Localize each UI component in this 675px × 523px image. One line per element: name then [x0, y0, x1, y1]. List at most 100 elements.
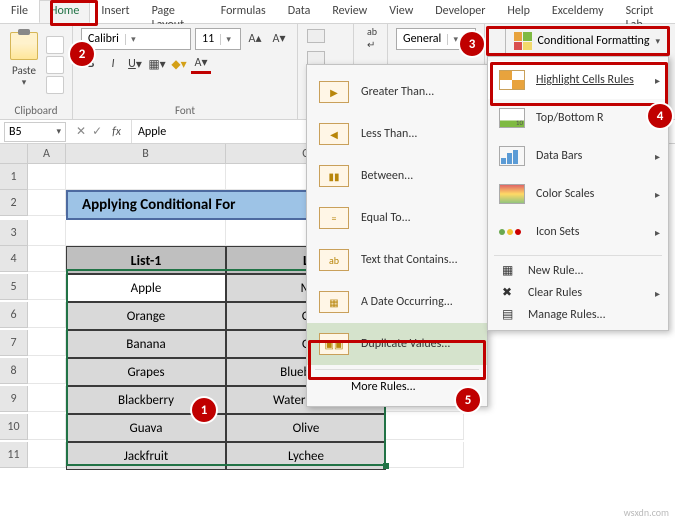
row-header-6[interactable]: 6: [0, 302, 28, 328]
tab-insert[interactable]: Insert: [90, 0, 140, 23]
wrap-text-button[interactable]: ab↵: [362, 28, 382, 48]
cell-B7[interactable]: Banana: [66, 330, 226, 358]
cell-B5[interactable]: Apple: [66, 274, 226, 302]
row-header-7[interactable]: 7: [0, 330, 28, 356]
font-size-value: 11: [196, 32, 220, 46]
border-button[interactable]: ▦▾: [147, 54, 167, 74]
cf-icon-sets[interactable]: Icon Sets ▸: [488, 213, 668, 251]
cell-B8[interactable]: Grapes: [66, 358, 226, 386]
row-header-9[interactable]: 9: [0, 386, 28, 412]
annotation-badge-3: 3: [460, 32, 484, 56]
format-painter-button[interactable]: [46, 76, 64, 94]
cf-manage-label: Manage Rules...: [528, 308, 606, 322]
align-top-button[interactable]: [307, 29, 325, 43]
paste-button[interactable]: Paste ▾: [8, 28, 40, 102]
number-format-value: General: [397, 32, 447, 46]
cf-top-bottom-rules[interactable]: Top/Bottom R ▸: [488, 99, 668, 137]
tab-developer[interactable]: Developer: [424, 0, 496, 23]
tab-formulas[interactable]: Formulas: [210, 0, 277, 23]
cf-highlight-cells-rules[interactable]: Highlight Cells Rules ▸: [488, 61, 668, 99]
row-header-8[interactable]: 8: [0, 358, 28, 384]
row-header-3[interactable]: 3: [0, 220, 28, 246]
rule-between[interactable]: ▮▮ Between...: [307, 155, 487, 197]
paste-caret[interactable]: ▾: [22, 77, 27, 88]
cf-color-scales[interactable]: Color Scales ▸: [488, 175, 668, 213]
cf-newrule-label: New Rule...: [528, 264, 584, 278]
underline-button[interactable]: U▾: [125, 54, 145, 74]
table-header-1[interactable]: List-1: [66, 246, 226, 274]
rule-duplicate-values[interactable]: ▣▣ Duplicate Values...: [307, 323, 487, 365]
italic-button[interactable]: I: [103, 54, 123, 74]
rule-date-occurring[interactable]: ▦ A Date Occurring...: [307, 281, 487, 323]
tab-view[interactable]: View: [378, 0, 424, 23]
rule-less-than[interactable]: ◀ Less Than...: [307, 113, 487, 155]
tab-custom2[interactable]: Script Lab: [615, 0, 675, 23]
conditional-formatting-icon: [514, 32, 532, 50]
rule-text-contains[interactable]: ab Text that Contains...: [307, 239, 487, 281]
name-box[interactable]: B5 ▾: [4, 122, 66, 142]
rule-text-label: Text that Contains...: [361, 253, 458, 267]
row-header-4[interactable]: 4: [0, 246, 28, 272]
between-icon: ▮▮: [319, 165, 349, 187]
group-font: Calibri ▾ 11 ▾ A▴ A▾ B I U▾ ▦▾ ◆▾ A▾ Fon…: [73, 24, 298, 119]
row-header-1[interactable]: 1: [0, 164, 28, 190]
rule-less-label: Less Than...: [361, 127, 417, 141]
row-header-11[interactable]: 11: [0, 442, 28, 468]
chevron-right-icon: ▸: [655, 226, 660, 239]
tab-help[interactable]: Help: [496, 0, 541, 23]
tab-home[interactable]: Home: [39, 0, 90, 23]
cell-C10[interactable]: Olive: [226, 414, 386, 442]
paste-icon: [10, 32, 38, 60]
chevron-right-icon: ▸: [655, 287, 660, 300]
tab-file[interactable]: File: [0, 0, 39, 23]
row-header-5[interactable]: 5: [0, 274, 28, 300]
cancel-icon[interactable]: ✕: [76, 124, 86, 139]
highlight-cells-icon: [499, 70, 525, 90]
tab-data[interactable]: Data: [277, 0, 322, 23]
copy-button[interactable]: [46, 56, 64, 74]
cf-new-rule[interactable]: ▦ New Rule...: [488, 260, 668, 282]
fill-color-button[interactable]: ◆▾: [169, 54, 189, 74]
cf-data-bars[interactable]: Data Bars ▸: [488, 137, 668, 175]
rule-equal-to[interactable]: = Equal To...: [307, 197, 487, 239]
cell-B6[interactable]: Orange: [66, 302, 226, 330]
annotation-badge-5: 5: [456, 388, 480, 412]
col-header-B[interactable]: B: [66, 144, 226, 164]
cf-highlight-label: Highlight Cells Rules: [536, 73, 634, 87]
cf-manage-rules[interactable]: ▤ Manage Rules...: [488, 304, 668, 326]
cut-button[interactable]: [46, 36, 64, 54]
tab-pagelayout[interactable]: Page Layout: [141, 0, 210, 23]
enter-icon[interactable]: ✓: [92, 124, 102, 139]
conditional-formatting-button[interactable]: Conditional Formatting ▾: [505, 28, 669, 54]
annotation-badge-1: 1: [192, 398, 216, 422]
clear-rules-icon: ✖: [502, 285, 518, 301]
group-font-label: Font: [81, 104, 289, 117]
tab-review[interactable]: Review: [321, 0, 378, 23]
font-size-dropdown[interactable]: 11 ▾: [195, 28, 241, 50]
cf-clear-rules[interactable]: ✖ Clear Rules ▸: [488, 282, 668, 304]
icon-sets-icon: [499, 222, 525, 242]
increase-font-button[interactable]: A▴: [245, 28, 265, 48]
chevron-right-icon: ▸: [655, 188, 660, 201]
cf-databars-label: Data Bars: [536, 149, 582, 163]
top-bottom-icon: [499, 108, 525, 128]
select-all-triangle[interactable]: [0, 144, 28, 164]
date-icon: ▦: [319, 291, 349, 313]
cell-C11[interactable]: Lychee: [226, 442, 386, 470]
col-header-A[interactable]: A: [28, 144, 66, 164]
decrease-font-button[interactable]: A▾: [269, 28, 289, 48]
font-name-dropdown[interactable]: Calibri ▾: [81, 28, 191, 50]
fx-icon[interactable]: fx: [112, 125, 121, 139]
align-mid-button[interactable]: [307, 51, 325, 65]
tab-custom1[interactable]: Exceldemy: [541, 0, 615, 23]
rule-greater-than[interactable]: ▶ Greater Than...: [307, 71, 487, 113]
font-color-button[interactable]: A▾: [191, 54, 211, 74]
row-header-2[interactable]: 2: [0, 190, 28, 216]
cell-B11[interactable]: Jackfruit: [66, 442, 226, 470]
color-scales-icon: [499, 184, 525, 204]
row-header-10[interactable]: 10: [0, 414, 28, 440]
chevron-down-icon: ▾: [125, 34, 141, 45]
less-than-icon: ◀: [319, 123, 349, 145]
selection-handle[interactable]: [383, 463, 389, 469]
text-contains-icon: ab: [319, 249, 349, 271]
